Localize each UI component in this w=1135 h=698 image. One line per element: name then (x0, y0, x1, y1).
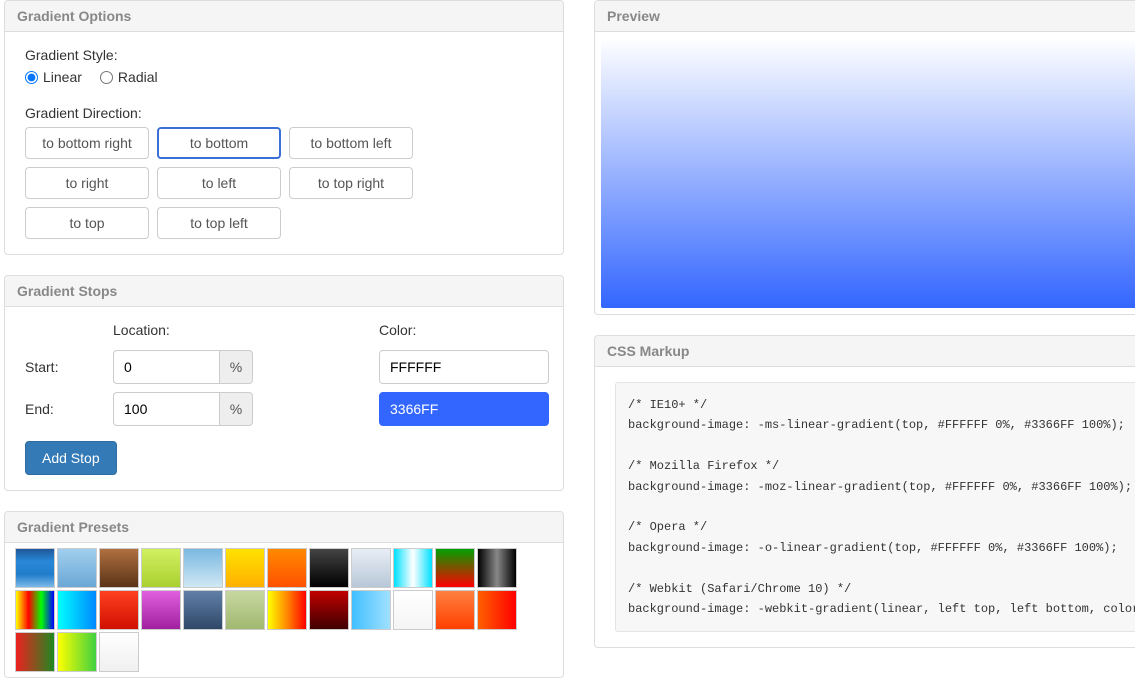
preset-swatch[interactable] (57, 632, 97, 672)
preview-box (601, 38, 1135, 308)
preset-swatch[interactable] (267, 548, 307, 588)
preset-swatch[interactable] (183, 548, 223, 588)
preset-swatch[interactable] (57, 590, 97, 630)
preset-swatch[interactable] (15, 548, 55, 588)
preset-swatch[interactable] (393, 548, 433, 588)
start-label: Start: (25, 359, 105, 375)
preset-swatch[interactable] (15, 632, 55, 672)
preset-swatch[interactable] (393, 590, 433, 630)
start-location-input[interactable] (113, 350, 219, 384)
add-stop-button[interactable]: Add Stop (25, 441, 117, 475)
preset-swatch[interactable] (141, 590, 181, 630)
preset-swatch[interactable] (141, 548, 181, 588)
css-code[interactable]: /* IE10+ */ background-image: -ms-linear… (615, 382, 1135, 632)
preset-swatch[interactable] (477, 590, 517, 630)
panel-title: CSS Markup (595, 336, 1135, 367)
preset-swatch[interactable] (351, 590, 391, 630)
preset-swatch[interactable] (99, 590, 139, 630)
end-location-input[interactable] (113, 392, 219, 426)
preset-swatch[interactable] (15, 590, 55, 630)
radio-radial-input[interactable] (100, 71, 113, 84)
direction-button[interactable]: to right (25, 167, 149, 199)
panel-title: Gradient Options (5, 1, 563, 32)
gradient-presets-panel: Gradient Presets (4, 511, 564, 678)
style-label: Gradient Style: (25, 47, 543, 63)
start-color-input[interactable] (379, 350, 549, 384)
preview-panel: Preview (594, 0, 1135, 315)
preset-swatch[interactable] (267, 590, 307, 630)
preset-swatch[interactable] (309, 590, 349, 630)
pct-addon: % (219, 350, 253, 384)
direction-button[interactable]: to bottom left (289, 127, 413, 159)
preset-swatch[interactable] (225, 590, 265, 630)
preset-swatch[interactable] (57, 548, 97, 588)
location-header: Location: (113, 322, 253, 342)
preset-swatch[interactable] (477, 548, 517, 588)
end-label: End: (25, 401, 105, 417)
radio-radial[interactable]: Radial (100, 69, 158, 85)
preset-swatch[interactable] (225, 548, 265, 588)
direction-label: Gradient Direction: (25, 105, 543, 121)
panel-title: Gradient Presets (5, 512, 563, 543)
css-markup-panel: CSS Markup /* IE10+ */ background-image:… (594, 335, 1135, 648)
preset-swatch[interactable] (99, 548, 139, 588)
preset-swatch[interactable] (435, 548, 475, 588)
direction-button[interactable]: to top right (289, 167, 413, 199)
preset-swatch[interactable] (435, 590, 475, 630)
preset-swatch[interactable] (99, 632, 139, 672)
color-header: Color: (379, 322, 549, 342)
gradient-options-panel: Gradient Options Gradient Style: Linear … (4, 0, 564, 255)
preset-swatch[interactable] (309, 548, 349, 588)
preset-swatch[interactable] (183, 590, 223, 630)
panel-title: Gradient Stops (5, 276, 563, 307)
pct-addon: % (219, 392, 253, 426)
radio-linear[interactable]: Linear (25, 69, 82, 85)
direction-button[interactable]: to top left (157, 207, 281, 239)
direction-button[interactable]: to left (157, 167, 281, 199)
preset-swatch[interactable] (351, 548, 391, 588)
radio-linear-input[interactable] (25, 71, 38, 84)
direction-button[interactable]: to bottom (157, 127, 281, 159)
direction-button[interactable]: to top (25, 207, 149, 239)
gradient-stops-panel: Gradient Stops Location: Color: Start: %… (4, 275, 564, 491)
direction-button[interactable]: to bottom right (25, 127, 149, 159)
end-color-input[interactable] (379, 392, 549, 426)
panel-title: Preview (595, 1, 1135, 32)
